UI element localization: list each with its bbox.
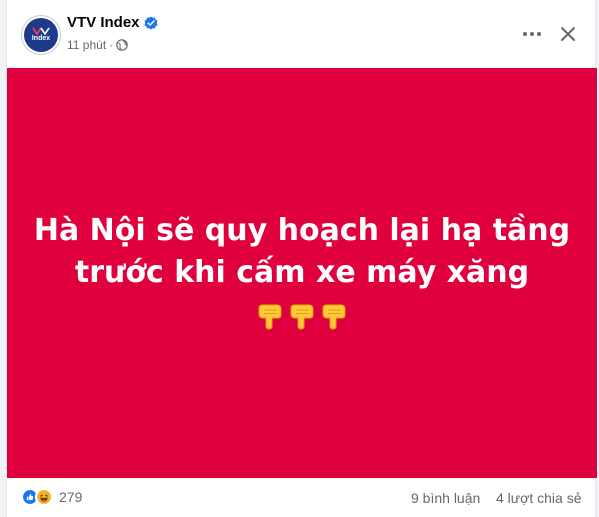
haha-reaction-icon	[35, 488, 53, 506]
post-footer: 279 9 bình luận 4 lượt chia sẻ	[7, 478, 595, 517]
headline-line-2: trước khi cấm xe máy xăng	[74, 255, 530, 290]
headline: Hà Nội sẽ quy hoạch lại hạ tầng trước kh…	[34, 210, 570, 294]
shares-count[interactable]: 4 lượt chia sẻ	[496, 490, 581, 506]
post-header: Index VTV Index 11 phút ·	[7, 0, 595, 68]
comments-count[interactable]: 9 bình luận	[411, 490, 480, 506]
meta-separator: ·	[109, 38, 114, 52]
post-meta: 11 phút ·	[67, 38, 128, 52]
reactions-summary[interactable]: 279	[21, 488, 82, 506]
avatar[interactable]: Index	[21, 15, 61, 55]
pointing-down-emoji	[258, 304, 282, 330]
emoji-row	[255, 302, 349, 330]
globe-icon	[116, 39, 128, 51]
reaction-count: 279	[59, 489, 83, 505]
avatar-logo: Index	[24, 18, 58, 52]
pointing-down-emoji	[290, 304, 314, 330]
pointing-down-emoji	[322, 304, 346, 330]
more-options-icon	[523, 32, 541, 36]
close-button[interactable]	[552, 18, 584, 50]
close-icon	[561, 27, 575, 41]
vtv-logo-icon	[32, 27, 50, 35]
avatar-text: Index	[31, 35, 51, 42]
post-card: Index VTV Index 11 phút · Hà Nội sẽ quy …	[6, 0, 597, 517]
headline-line-1: Hà Nội sẽ quy hoạch lại hạ tầng	[33, 213, 571, 248]
post-time[interactable]: 11 phút	[67, 38, 106, 52]
author-row: VTV Index	[67, 14, 158, 31]
verified-badge-icon	[144, 15, 158, 30]
post-image[interactable]: Hà Nội sẽ quy hoạch lại hạ tầng trước kh…	[7, 68, 597, 478]
more-options-button[interactable]	[516, 18, 548, 50]
page-name[interactable]: VTV Index	[67, 14, 140, 31]
